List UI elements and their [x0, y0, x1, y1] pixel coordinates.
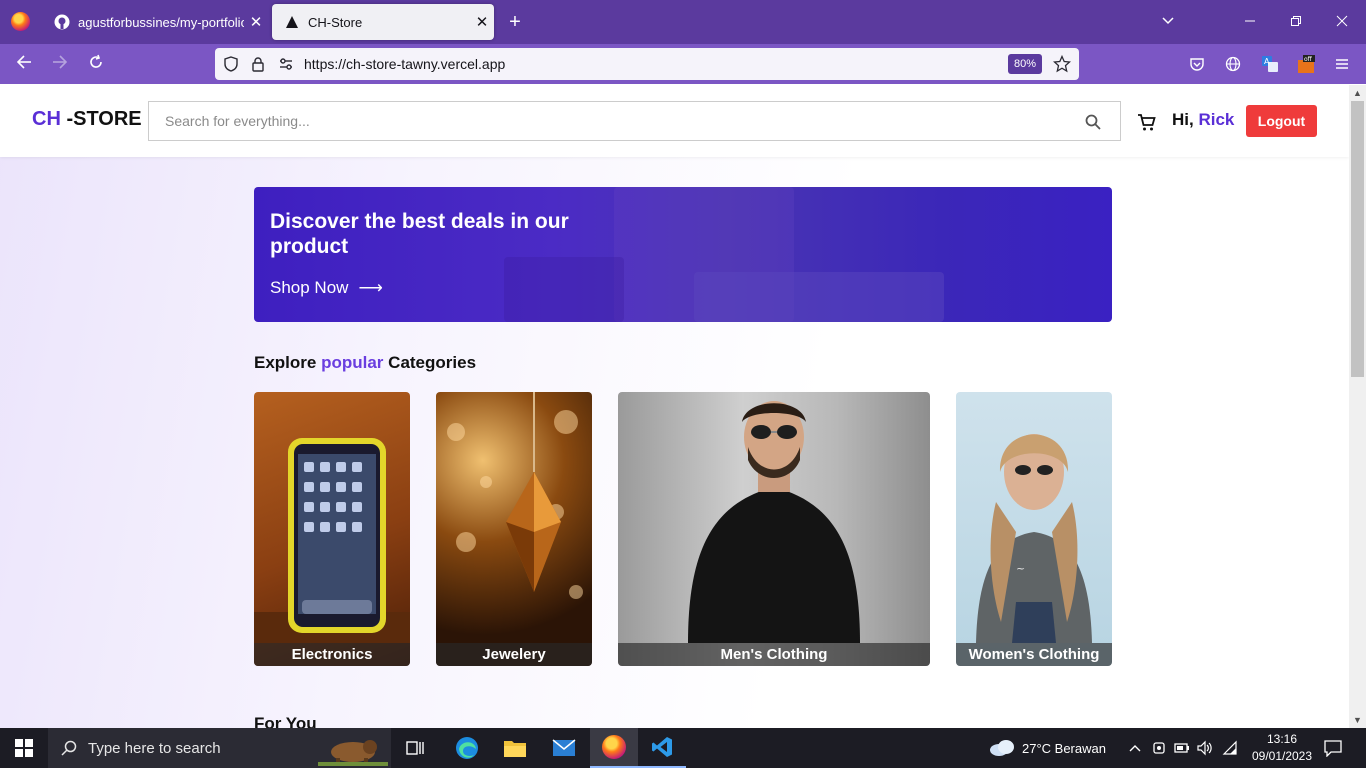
url-text: https://ch-store-tawny.vercel.app: [304, 56, 506, 72]
browser-nav-bar: https://ch-store-tawny.vercel.app 80% A …: [0, 44, 1366, 84]
scroll-down-arrow-icon[interactable]: ▼: [1349, 712, 1366, 728]
categories-heading: Explore popular Categories: [254, 353, 477, 372]
phone-image: [254, 438, 410, 643]
site-header: CH -STORE Search for everything... Hi, R…: [0, 85, 1349, 157]
logout-button[interactable]: Logout: [1246, 105, 1317, 137]
site-logo[interactable]: CH -STORE: [32, 108, 142, 131]
tab-title: CH-Store: [308, 14, 363, 30]
svg-text:off: off: [1304, 56, 1313, 63]
cart-icon[interactable]: [1137, 112, 1157, 132]
hero-banner: Discover the best deals in our product S…: [254, 187, 1112, 322]
close-window-button[interactable]: [1322, 8, 1362, 36]
category-label: Electronics: [254, 643, 410, 666]
tshirt-print-decoration: ~: [1016, 562, 1025, 575]
category-label: Women's Clothing: [956, 643, 1112, 666]
search-icon[interactable]: [1084, 113, 1102, 131]
taskbar-search-box[interactable]: Type here to search: [48, 728, 391, 768]
volume-icon[interactable]: [1197, 740, 1213, 761]
close-tab-icon[interactable]: ✕: [244, 13, 268, 31]
pocket-icon[interactable]: [1185, 52, 1209, 76]
scroll-up-arrow-icon[interactable]: ▲: [1349, 85, 1366, 101]
search-icon: [60, 739, 78, 762]
restore-button[interactable]: [1276, 8, 1316, 36]
firefox-taskbar-icon[interactable]: [590, 728, 638, 768]
category-label: Men's Clothing: [618, 643, 930, 666]
minimize-button[interactable]: [1230, 8, 1270, 36]
battery-icon[interactable]: [1174, 740, 1190, 761]
lock-icon[interactable]: [248, 54, 268, 74]
hero-shopping-bag-shape: [694, 272, 944, 322]
tab-github-portfolio[interactable]: agustforbussines/my-portfolio ✕: [42, 4, 268, 40]
vercel-triangle-icon: [284, 14, 300, 30]
arrow-right-icon: ⟶: [358, 278, 383, 297]
web-page: CH -STORE Search for everything... Hi, R…: [0, 85, 1349, 728]
tracking-shield-icon[interactable]: [221, 54, 241, 74]
notification-icon[interactable]: [1323, 739, 1343, 762]
user-name: Rick: [1198, 110, 1235, 129]
tab-title: agustforbussines/my-portfolio: [78, 14, 244, 30]
firefox-icon[interactable]: [11, 12, 30, 31]
user-greeting: Hi, Rick: [1172, 110, 1235, 129]
clock-date[interactable]: 09/01/2023: [1247, 749, 1317, 763]
tab-ch-store[interactable]: CH-Store ✕: [272, 4, 494, 40]
category-card-mens-clothing[interactable]: Men's Clothing: [618, 392, 930, 666]
shop-now-label: Shop Now: [270, 278, 349, 297]
off-extension-icon[interactable]: off: [1294, 52, 1318, 76]
reload-button[interactable]: [82, 50, 110, 78]
scrollbar-thumb[interactable]: [1351, 101, 1364, 377]
weather-cloud-icon[interactable]: [988, 737, 1016, 762]
address-bar[interactable]: https://ch-store-tawny.vercel.app 80%: [215, 48, 1079, 80]
vscode-icon[interactable]: [638, 728, 686, 768]
bookmark-star-icon[interactable]: [1052, 54, 1072, 74]
category-card-electronics[interactable]: Electronics: [254, 392, 410, 666]
category-card-jewelery[interactable]: Jewelery: [436, 392, 592, 666]
search-input[interactable]: Search for everything...: [148, 101, 1121, 141]
windows-start-icon[interactable]: [0, 728, 48, 768]
forward-button[interactable]: [46, 50, 74, 78]
page-scrollbar[interactable]: ▲ ▼: [1349, 85, 1366, 728]
meet-now-icon[interactable]: [1152, 740, 1166, 761]
for-you-heading: For You: [254, 714, 317, 728]
woman-in-tshirt-image: ~: [976, 434, 1092, 643]
new-tab-button[interactable]: +: [503, 8, 527, 36]
mail-icon[interactable]: [540, 728, 588, 768]
man-in-suit-image: [688, 401, 860, 643]
category-card-womens-clothing[interactable]: ~ Women's Clothing: [956, 392, 1112, 666]
shop-now-link[interactable]: Shop Now ⟶: [270, 278, 383, 298]
hero-title: Discover the best deals in our product: [270, 210, 569, 258]
task-view-icon[interactable]: [392, 728, 440, 768]
taskbar-search-placeholder: Type here to search: [88, 740, 221, 757]
globe-extension-icon[interactable]: [1221, 52, 1245, 76]
permissions-icon[interactable]: [276, 54, 296, 74]
edge-browser-icon[interactable]: [443, 728, 491, 768]
crystal-image: [447, 392, 583, 599]
search-highlight-bison-image: [318, 730, 388, 768]
menu-hamburger-icon[interactable]: [1330, 52, 1354, 76]
search-placeholder: Search for everything...: [165, 113, 310, 129]
tab-list-dropdown-icon[interactable]: [1148, 8, 1188, 36]
clock-time[interactable]: 13:16: [1262, 732, 1302, 746]
browser-tab-strip: agustforbussines/my-portfolio ✕ CH-Store…: [0, 0, 1366, 44]
weather-text[interactable]: 27°C Berawan: [1022, 741, 1106, 756]
close-tab-icon[interactable]: ✕: [470, 13, 494, 31]
translate-extension-icon[interactable]: A: [1258, 52, 1282, 76]
file-explorer-icon[interactable]: [491, 728, 539, 768]
wifi-icon[interactable]: [1222, 740, 1238, 761]
windows-taskbar: Type here to search 27°C Berawan 13:16 0…: [0, 728, 1366, 768]
hero-shopping-bag-shape: [504, 257, 624, 322]
zoom-level-badge[interactable]: 80%: [1008, 54, 1042, 74]
github-icon: [54, 14, 70, 30]
back-button[interactable]: [10, 50, 38, 78]
category-label: Jewelery: [436, 643, 592, 666]
chevron-up-icon[interactable]: [1128, 741, 1142, 759]
svg-text:A: A: [1264, 57, 1270, 66]
